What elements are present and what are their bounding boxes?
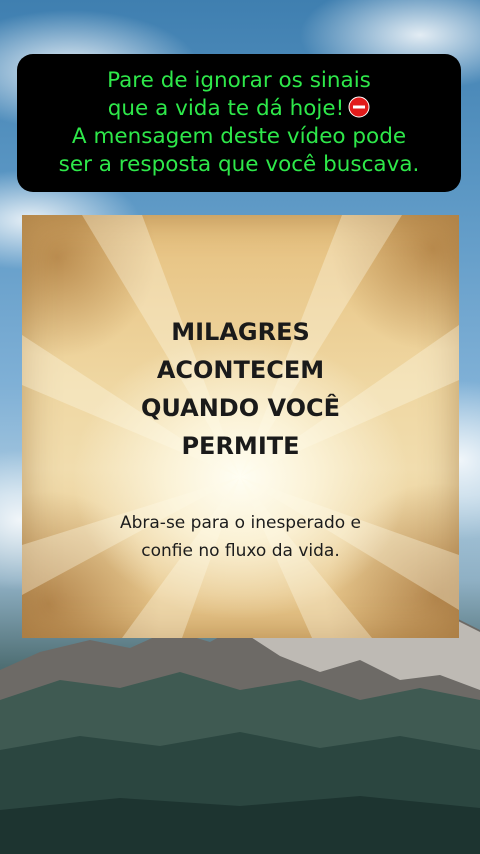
card-title-line: QUANDO VOCÊ [140, 394, 341, 422]
caption-text: Pare de ignorar os sinais que a vida te … [59, 67, 420, 179]
caption-line: Pare de ignorar os sinais [107, 68, 371, 93]
card-subtitle-line: confie no fluxo da vida. [141, 541, 340, 561]
card-title-line: PERMITE [181, 432, 300, 460]
card-title-line: ACONTECEM [156, 356, 325, 384]
caption-banner: Pare de ignorar os sinais que a vida te … [17, 54, 461, 192]
stop-sign-icon [348, 96, 370, 118]
card-subtitle: Abra-se para o inesperado e confie no fl… [22, 509, 459, 565]
card-title: MILAGRES ACONTECEM QUANDO VOCÊ PERMITE [22, 313, 459, 465]
card-title-line: MILAGRES [171, 318, 310, 346]
caption-line: A mensagem deste vídeo pode [71, 124, 407, 149]
card-subtitle-line: Abra-se para o inesperado e [119, 513, 362, 533]
quote-card: MILAGRES ACONTECEM QUANDO VOCÊ PERMITE A… [22, 215, 459, 638]
caption-line-text: que a vida te dá hoje! [107, 96, 345, 121]
caption-line: que a vida te dá hoje! [59, 95, 420, 123]
caption-line: ser a resposta que você buscava. [58, 152, 420, 177]
